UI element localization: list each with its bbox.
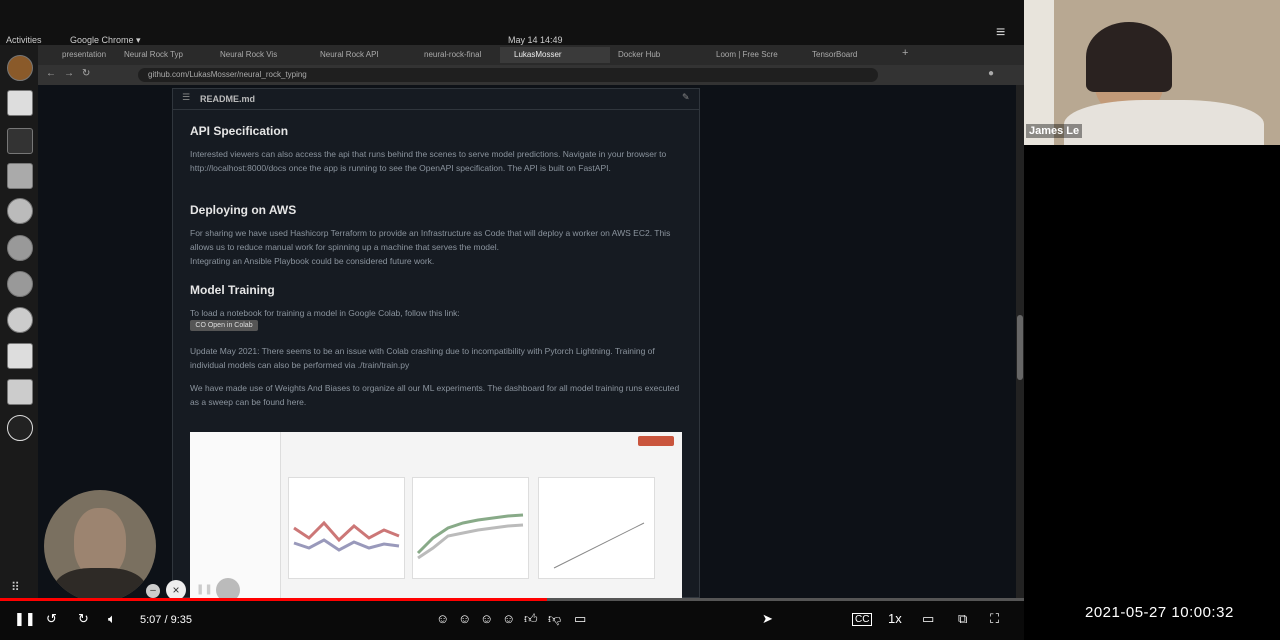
address-bar[interactable]: github.com/LukasMosser/neural_rock_typin…: [138, 68, 878, 82]
thumbs-down-icon[interactable]: 👎︎: [548, 611, 561, 627]
picture-in-picture-icon[interactable]: ⧉: [958, 611, 967, 627]
dashboard-action-button: [638, 436, 674, 446]
presenter-webcam-bubble: [44, 490, 156, 602]
text-editor-icon[interactable]: [7, 163, 33, 189]
profile-avatar-icon[interactable]: ●: [988, 68, 994, 79]
section-paragraph: For sharing we have used Hashicorp Terra…: [190, 228, 671, 252]
edit-pencil-icon[interactable]: ✎: [682, 92, 690, 103]
panel-line-chart: [416, 513, 524, 560]
tab-neural-rock-typ[interactable]: Neural Rock Typ: [110, 47, 210, 63]
back-icon[interactable]: ←: [46, 68, 56, 79]
section-paragraph: Update May 2021: There seems to be an is…: [190, 346, 655, 370]
chrome-icon[interactable]: [7, 235, 33, 261]
participant-name-label: James Le: [1026, 124, 1083, 138]
dashboard-panel: [288, 477, 405, 579]
thumbs-up-icon[interactable]: 👍︎: [524, 611, 538, 627]
panel-line-chart: [293, 520, 400, 552]
obs-icon[interactable]: [7, 415, 33, 441]
forward-icon[interactable]: ↻: [78, 611, 89, 627]
reload-icon[interactable]: ↻: [82, 68, 90, 79]
chrome-alt-icon[interactable]: [7, 271, 33, 297]
volume-icon[interactable]: 🔈︎: [108, 611, 116, 627]
bubble-minimize-icon[interactable]: –: [146, 584, 160, 598]
system-clock[interactable]: May 14 14:49: [508, 35, 563, 45]
hamburger-menu-icon[interactable]: ≡: [996, 24, 1005, 42]
section-paragraph: To load a notebook for training a model …: [190, 308, 460, 318]
page-scrollbar-thumb[interactable]: [1017, 315, 1023, 380]
rewind-icon[interactable]: ↺: [46, 611, 57, 627]
tab-lukasmosser[interactable]: LukasMosser: [500, 47, 610, 63]
tab-neural-rock-final[interactable]: neural-rock-final: [410, 47, 506, 63]
tab-loom[interactable]: Loom | Free Scre: [702, 47, 792, 63]
tab-tensorboard[interactable]: TensorBoard: [798, 47, 892, 63]
recording-pause-icon[interactable]: ❚❚: [196, 584, 213, 595]
person-hair: [1086, 22, 1172, 92]
tab-docker-hub[interactable]: Docker Hub: [604, 47, 698, 63]
forward-icon[interactable]: →: [64, 68, 74, 79]
emoji-reaction-icon[interactable]: ☺: [436, 611, 449, 626]
list-icon[interactable]: ☰: [182, 92, 190, 103]
comment-icon[interactable]: ▭: [574, 611, 586, 627]
person-shirt: [1064, 100, 1264, 145]
document-icon[interactable]: [7, 379, 33, 405]
bubble-close-icon[interactable]: ×: [166, 580, 186, 600]
pycharm-icon[interactable]: [7, 343, 33, 369]
webcam-sidebar-background: [1024, 145, 1280, 600]
section-paragraph: Interested viewers can also access the a…: [190, 149, 667, 173]
section-title: Deploying on AWS: [190, 203, 297, 217]
app-dock: ⠿: [0, 45, 38, 600]
section-title: Model Training: [190, 283, 275, 297]
activities-button[interactable]: Activities: [6, 35, 42, 45]
emoji-reaction-icon[interactable]: ☺: [458, 611, 471, 626]
browser-toolbar: ← → ↻ github.com/LukasMosser/neural_rock…: [38, 65, 1024, 85]
section-paragraph: We have made use of Weights And Biases t…: [190, 383, 680, 407]
presenter-shirt: [54, 568, 146, 602]
time-display: 5:07 / 9:35: [140, 614, 192, 626]
mouse-cursor-icon: ➤: [762, 611, 773, 626]
settings-icon[interactable]: [7, 198, 33, 224]
readme-header: README.md: [172, 88, 700, 110]
progress-fill: [0, 598, 547, 601]
webcam-feed-james: James Le: [1024, 0, 1280, 145]
tab-neural-rock-api[interactable]: Neural Rock API: [306, 47, 400, 63]
emoji-reaction-icon[interactable]: ☺: [502, 611, 515, 626]
pause-icon[interactable]: ❚❚: [14, 611, 36, 627]
dashboard-panel: [412, 477, 529, 579]
open-in-colab-badge[interactable]: CO Open in Colab: [190, 320, 258, 331]
theater-mode-icon[interactable]: ▭: [922, 611, 934, 627]
tab-neural-rock-vis[interactable]: Neural Rock Vis: [206, 47, 300, 63]
section-title: API Specification: [190, 124, 289, 138]
browser-tab-bar: presentation Neural Rock Typ Neural Rock…: [38, 45, 1024, 65]
captions-button[interactable]: CC: [852, 613, 873, 626]
section-paragraph: Integrating an Ansible Playbook could be…: [190, 256, 435, 266]
wandb-dashboard-image: [190, 432, 682, 598]
tab-presentation[interactable]: presentation: [48, 47, 114, 63]
firefox-icon[interactable]: [7, 55, 33, 81]
slack-icon[interactable]: [7, 307, 33, 333]
playback-speed-button[interactable]: 1x: [888, 611, 902, 626]
fullscreen-icon[interactable]: ⛶: [990, 611, 999, 627]
terminal-icon[interactable]: [7, 128, 33, 154]
new-tab-button[interactable]: +: [902, 47, 908, 59]
emoji-reaction-icon[interactable]: ☺: [480, 611, 493, 626]
show-apps-icon[interactable]: ⠿: [11, 580, 20, 594]
files-icon[interactable]: [7, 90, 33, 116]
dashboard-panel: [538, 477, 655, 579]
recording-timestamp: 2021-05-27 10:00:32: [1085, 604, 1234, 621]
os-top-bar: Activities Google Chrome ▾ May 14 14:49: [0, 0, 1024, 45]
panel-line-chart: [553, 522, 645, 569]
dashboard-sidebar: [190, 432, 281, 598]
